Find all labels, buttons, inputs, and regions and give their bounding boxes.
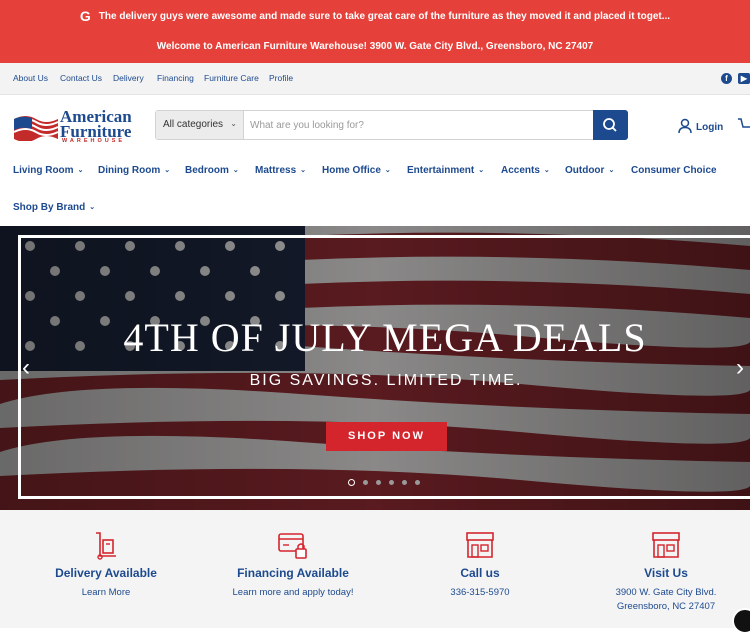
social-links: f ▶ — [721, 73, 750, 84]
hero-frame — [18, 235, 750, 499]
chevron-right-icon[interactable]: › — [736, 354, 744, 382]
logo-text-warehouse: WAREHOUSE — [62, 138, 126, 144]
shop-now-button[interactable]: SHOP NOW — [326, 422, 447, 451]
chevron-down-icon: ⌄ — [300, 167, 307, 174]
delivery-dolly-icon — [96, 532, 116, 560]
chevron-down-icon: ⌄ — [232, 167, 239, 174]
carousel-dots — [348, 479, 420, 486]
search-input[interactable] — [248, 111, 593, 139]
carousel-dot[interactable] — [363, 480, 368, 485]
announcement-bar: G The delivery guys were awesome and made… — [0, 0, 750, 63]
nav-dining-room[interactable]: Dining Room ⌄ — [98, 165, 170, 176]
nav-label: Mattress — [255, 165, 297, 176]
nav-bedroom[interactable]: Bedroom ⌄ — [185, 165, 239, 176]
nav-label: Entertainment — [407, 165, 475, 176]
welcome-message: Welcome to American Furniture Warehouse!… — [156, 41, 594, 52]
search-button[interactable] — [593, 110, 628, 140]
carousel-dot[interactable] — [415, 480, 420, 485]
nav-label: Living Room — [13, 165, 74, 176]
utility-link-delivery[interactable]: Delivery — [113, 73, 144, 83]
flag-logo-icon — [13, 116, 59, 141]
nav-accents[interactable]: Accents ⌄ — [501, 165, 550, 176]
utility-nav: About Us Contact Us Delivery Financing F… — [0, 63, 750, 95]
storefront-icon — [466, 532, 494, 558]
category-select-label: All categories — [163, 119, 224, 130]
feature-link-learn-more[interactable]: Learn More — [48, 586, 164, 600]
nav-label: Shop By Brand — [13, 202, 86, 213]
nav-label: Home Office — [322, 165, 381, 176]
utility-link-financing[interactable]: Financing — [157, 73, 194, 83]
features-strip: Delivery Available Learn More Financing … — [0, 510, 750, 628]
feature-title: Visit Us — [644, 566, 688, 580]
address-line-2: Greensboro, NC 27407 — [616, 601, 716, 612]
cart-button[interactable] — [738, 116, 750, 137]
storefront-icon — [652, 532, 680, 558]
feature-delivery[interactable]: Delivery Available Learn More — [48, 510, 164, 600]
nav-mattress[interactable]: Mattress ⌄ — [255, 165, 306, 176]
accessibility-icon[interactable] — [732, 608, 750, 634]
feature-title: Delivery Available — [55, 566, 157, 580]
feature-title: Financing Available — [237, 566, 349, 580]
utility-link-furniture-care[interactable]: Furniture Care — [204, 73, 259, 83]
chevron-down-icon: ⌄ — [89, 204, 96, 211]
utility-link-about-us[interactable]: About Us — [13, 73, 48, 83]
user-icon — [678, 118, 692, 134]
site-header: American Furniture WAREHOUSE All categor… — [0, 95, 750, 155]
nav-label: Consumer Choice — [631, 165, 717, 176]
nav-home-office[interactable]: Home Office ⌄ — [322, 165, 391, 176]
feature-visit-us[interactable]: Visit Us 3900 W. Gate City Blvd. Greensbo… — [606, 510, 726, 614]
feature-link-apply[interactable]: Learn more and apply today! — [222, 586, 364, 600]
login-link[interactable]: Login — [678, 118, 723, 134]
chevron-left-icon[interactable]: ‹ — [22, 354, 30, 382]
nav-shop-by-brand[interactable]: Shop By Brand ⌄ — [13, 202, 95, 213]
carousel-dot[interactable] — [348, 479, 355, 486]
search-bar: All categories ⌄ — [155, 110, 628, 140]
carousel-dot[interactable] — [376, 480, 381, 485]
nav-living-room[interactable]: Living Room ⌄ — [13, 165, 83, 176]
hero-banner[interactable]: 4TH OF JULY MEGA DEALS BIG SAVINGS. LIMI… — [0, 226, 750, 510]
phone-number-link[interactable]: 336-315-5970 — [430, 586, 530, 600]
address-line[interactable]: 3900 W. Gate City Blvd. Greensboro, NC 27… — [606, 586, 726, 614]
hero-headline: 4TH OF JULY MEGA DEALS — [123, 315, 647, 360]
chevron-down-icon: ⌄ — [164, 167, 171, 174]
chevron-down-icon: ⌄ — [608, 167, 615, 174]
utility-link-profile[interactable]: Profile — [269, 73, 293, 83]
feature-financing[interactable]: Financing Available Learn more and apply… — [222, 510, 364, 600]
feature-title: Call us — [460, 566, 500, 580]
login-label: Login — [696, 122, 724, 133]
youtube-icon[interactable]: ▶ — [738, 73, 750, 84]
nav-outdoor[interactable]: Outdoor ⌄ — [565, 165, 614, 176]
chevron-down-icon: ⌄ — [384, 167, 391, 174]
chevron-down-icon: ⌄ — [230, 119, 237, 128]
hero-subheadline: BIG SAVINGS. LIMITED TIME. — [249, 372, 523, 389]
credit-card-lock-icon — [278, 533, 307, 559]
facebook-icon[interactable]: f — [721, 73, 732, 84]
site-logo[interactable]: American Furniture WAREHOUSE — [12, 107, 142, 144]
chevron-down-icon: ⌄ — [478, 167, 485, 174]
address-line-1: 3900 W. Gate City Blvd. — [615, 587, 717, 598]
cart-icon — [738, 118, 750, 128]
nav-label: Outdoor — [565, 165, 605, 176]
nav-label: Bedroom — [185, 165, 229, 176]
nav-label: Accents — [501, 165, 540, 176]
google-g-icon: G — [79, 8, 91, 24]
main-nav: Living Room ⌄ Dining Room ⌄ Bedroom ⌄ Mattr… — [0, 155, 750, 227]
feature-call-us[interactable]: Call us 336-315-5970 — [430, 510, 530, 600]
review-ticker[interactable]: G The delivery guys were awesome and made… — [0, 8, 750, 24]
review-text: The delivery guys were awesome and made … — [98, 11, 671, 22]
nav-consumer-choice[interactable]: Consumer Choice — [631, 165, 717, 176]
carousel-dot[interactable] — [389, 480, 394, 485]
search-icon — [603, 118, 617, 132]
utility-link-contact-us[interactable]: Contact Us — [60, 73, 102, 83]
nav-label: Dining Room — [98, 165, 161, 176]
chevron-down-icon: ⌄ — [543, 167, 550, 174]
nav-entertainment[interactable]: Entertainment ⌄ — [407, 165, 484, 176]
carousel-dot[interactable] — [402, 480, 407, 485]
category-select[interactable]: All categories ⌄ — [156, 111, 244, 139]
chevron-down-icon: ⌄ — [77, 167, 84, 174]
